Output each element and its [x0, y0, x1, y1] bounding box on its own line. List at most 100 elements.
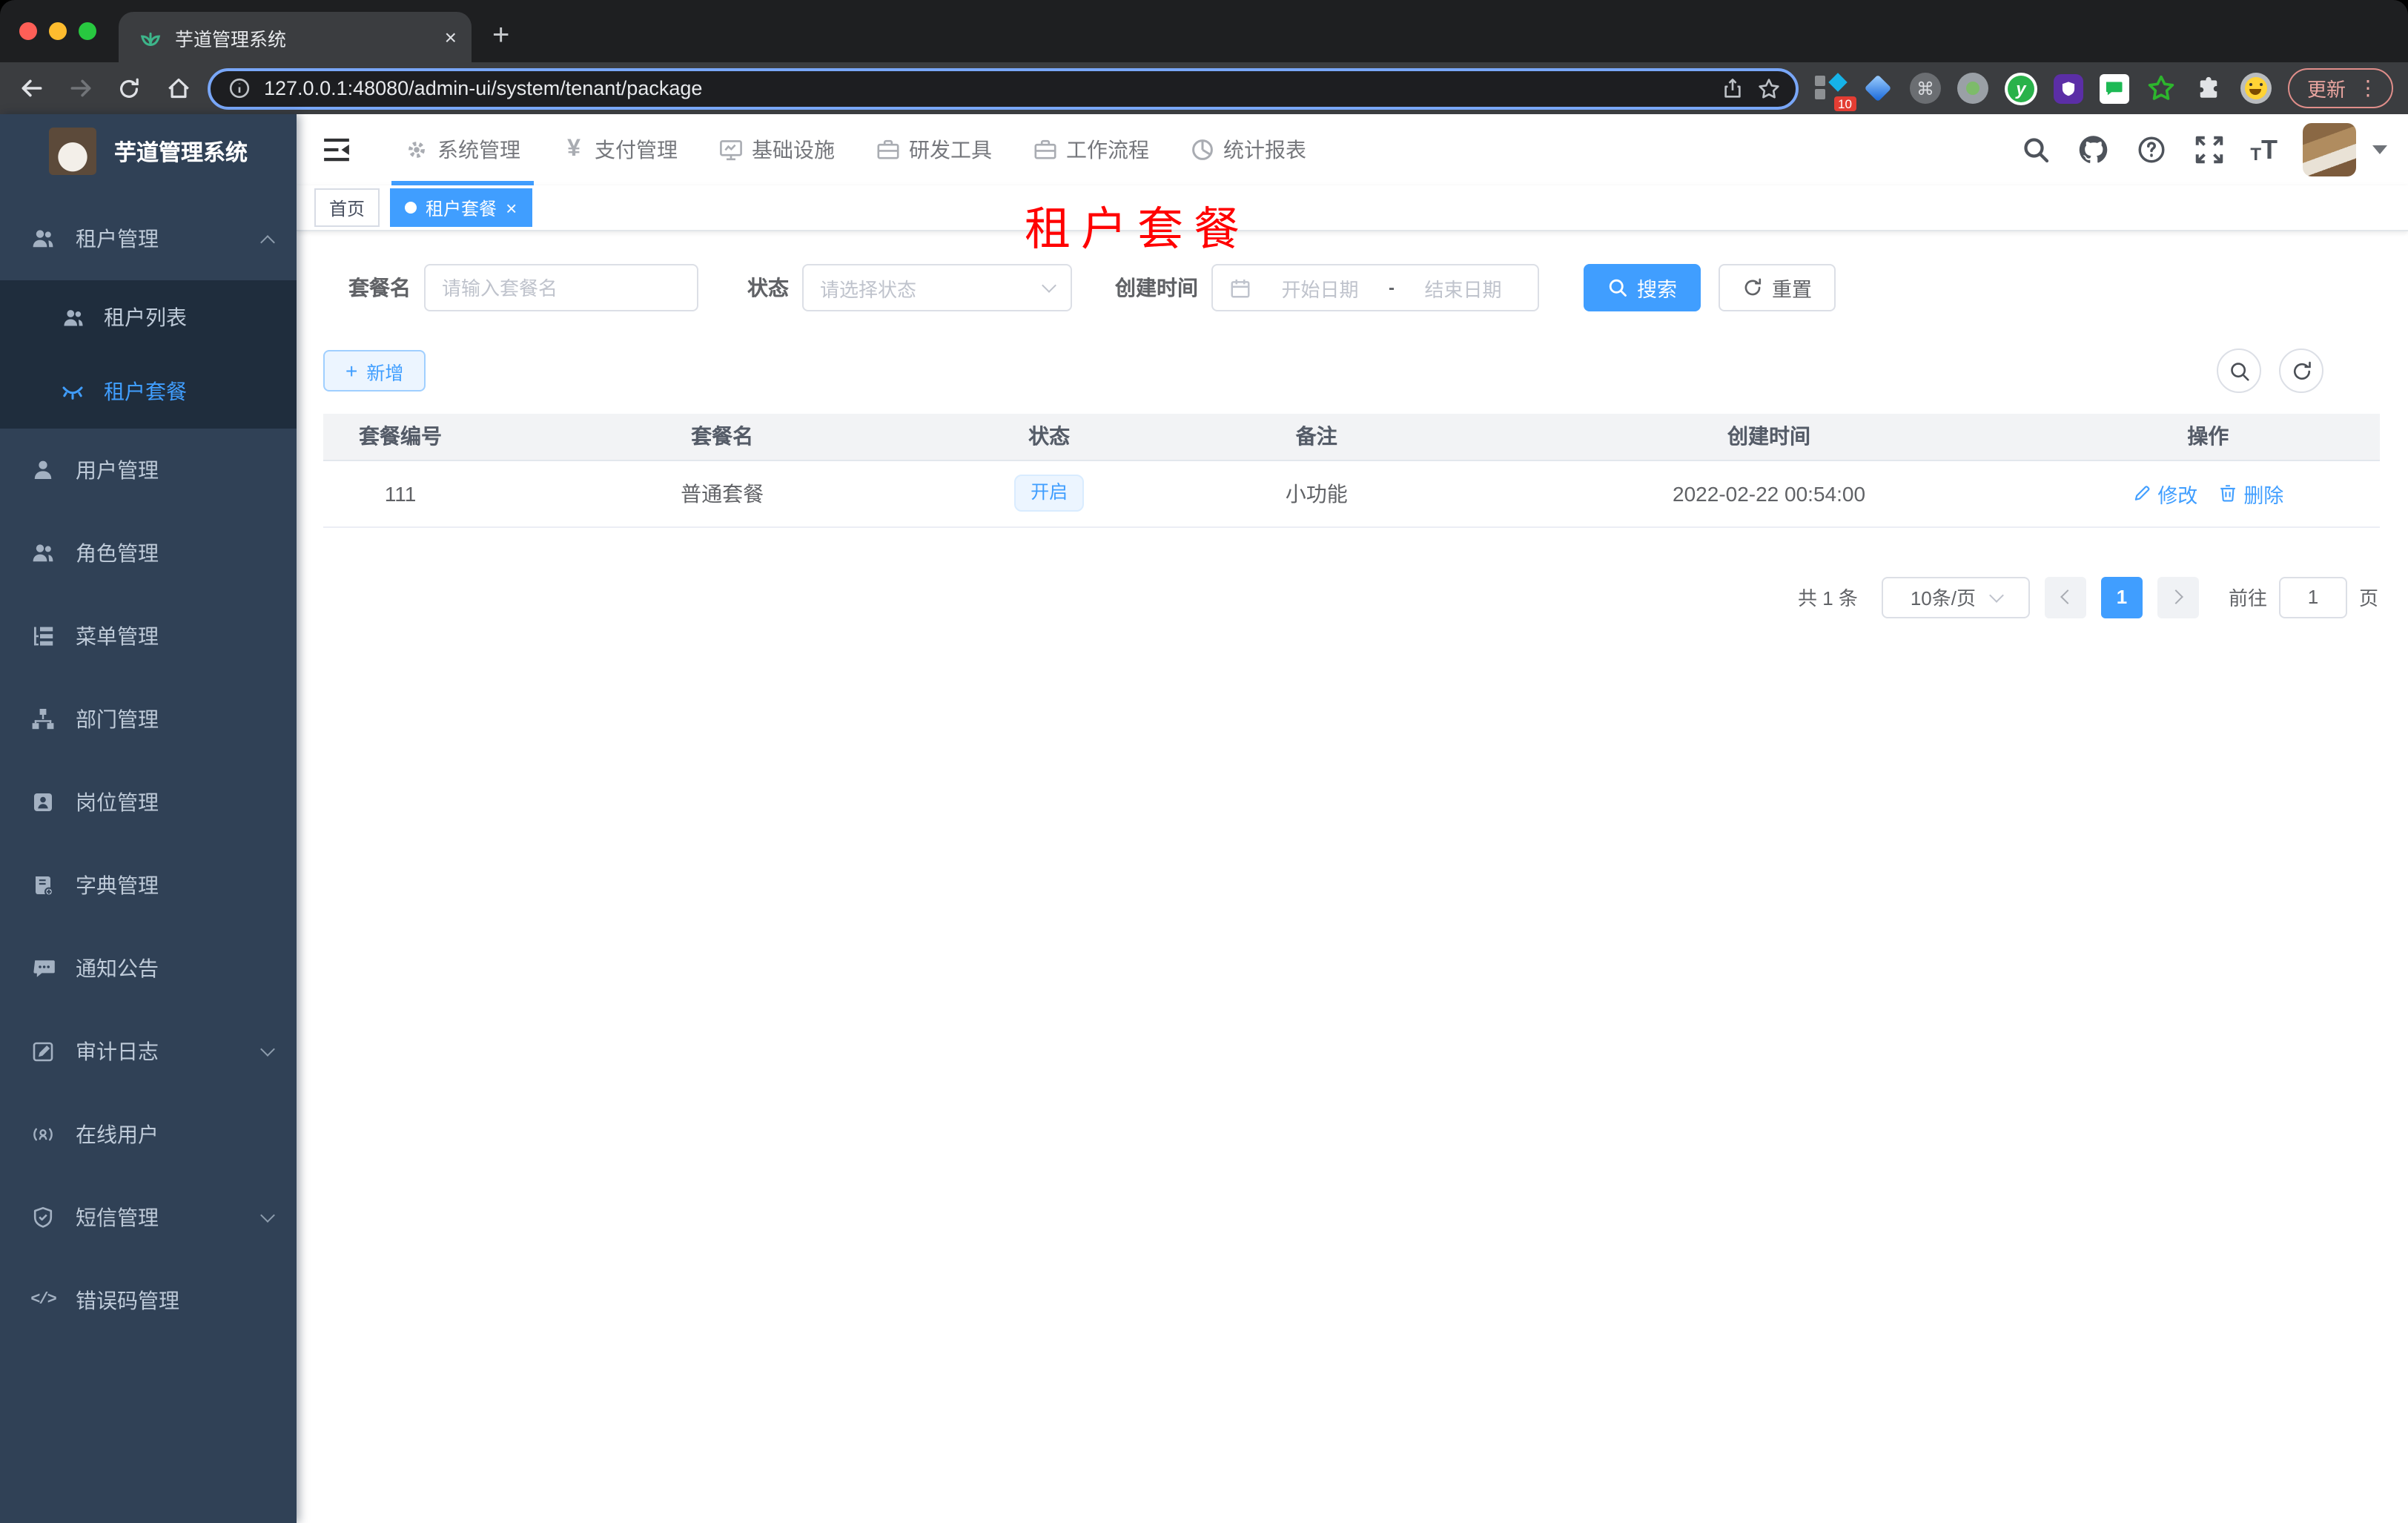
- page-number-button[interactable]: 1: [2100, 576, 2143, 618]
- sidebar-item-label: 用户管理: [76, 458, 159, 482]
- fullscreen-icon[interactable]: [2192, 133, 2225, 166]
- app-logo[interactable]: 芋道管理系统: [0, 114, 297, 188]
- tag-close-icon[interactable]: ×: [506, 198, 517, 217]
- extension-command-icon[interactable]: ⌘: [1909, 73, 1941, 104]
- yen-icon: ¥: [567, 136, 580, 162]
- sidebar-item-dict[interactable]: 字典管理: [0, 844, 297, 927]
- help-icon[interactable]: [2134, 133, 2167, 166]
- edit-link[interactable]: 修改: [2132, 478, 2197, 508]
- search-button[interactable]: 搜索: [1584, 264, 1701, 311]
- nav-item-payment[interactable]: ¥ 支付管理: [541, 114, 698, 185]
- peoples-icon: [61, 305, 85, 329]
- package-name-field[interactable]: [424, 264, 698, 311]
- cell-package-name: 普通套餐: [477, 460, 968, 527]
- table-row[interactable]: 111 普通套餐 开启 小功能 2022-02-22 00:54:00 修改 删…: [323, 460, 2380, 527]
- browser-menu-icon[interactable]: ⋮: [2358, 76, 2378, 101]
- tag-home[interactable]: 首页: [314, 188, 380, 227]
- back-icon[interactable]: [12, 69, 50, 108]
- sidebar-item-users[interactable]: 用户管理: [0, 429, 297, 512]
- browser-update-button[interactable]: 更新 ⋮: [2287, 68, 2393, 108]
- header-actions: TT: [2019, 123, 2387, 176]
- sidebar-item-tenant-list[interactable]: 租户列表: [0, 280, 297, 354]
- address-bar[interactable]: [208, 67, 1799, 109]
- reload-icon[interactable]: [110, 69, 148, 108]
- minimize-window-button[interactable]: [49, 22, 67, 40]
- start-date-placeholder[interactable]: 开始日期: [1262, 274, 1378, 302]
- forward-icon[interactable]: [61, 69, 99, 108]
- sidebar-item-tenant[interactable]: 租户管理: [0, 197, 297, 280]
- collapse-sidebar-icon[interactable]: [322, 135, 354, 165]
- nav-item-system[interactable]: 系统管理: [384, 114, 541, 185]
- sidebar-item-roles[interactable]: 角色管理: [0, 512, 297, 595]
- end-date-placeholder[interactable]: 结束日期: [1405, 274, 1521, 302]
- sidebar-item-label: 错误码管理: [76, 1289, 179, 1312]
- prev-page-button[interactable]: [2044, 576, 2086, 618]
- sidebar-item-online-users[interactable]: 在线用户: [0, 1093, 297, 1176]
- search-icon[interactable]: [2019, 133, 2051, 166]
- zoom-window-button[interactable]: [79, 22, 96, 40]
- sidebar-item-menus[interactable]: 菜单管理: [0, 595, 297, 678]
- goto-label: 前往: [2228, 587, 2267, 609]
- nav-item-reports[interactable]: 统计报表: [1170, 114, 1327, 185]
- extensions-puzzle-icon[interactable]: [2193, 73, 2224, 104]
- sidebar-item-tenant-package[interactable]: 租户套餐: [0, 354, 297, 429]
- github-icon[interactable]: [2077, 133, 2109, 166]
- extension-chat-icon[interactable]: [2099, 73, 2129, 103]
- sidebar-item-posts[interactable]: 岗位管理: [0, 761, 297, 844]
- extension-star-icon[interactable]: [2146, 73, 2177, 104]
- extension-gem-icon[interactable]: [1862, 73, 1893, 104]
- cell-actions: 修改 删除: [2036, 460, 2380, 527]
- page-size-select[interactable]: 10条/页: [1881, 576, 2030, 618]
- site-info-icon[interactable]: [228, 77, 251, 99]
- favicon-plant-icon: [139, 26, 162, 48]
- status-label: 状态: [747, 276, 789, 300]
- status-select[interactable]: 请选择状态: [802, 264, 1072, 311]
- home-icon[interactable]: [159, 69, 197, 108]
- table-toolbar: + 新增: [323, 348, 2380, 393]
- close-window-button[interactable]: [19, 22, 37, 40]
- font-size-icon[interactable]: TT: [2250, 136, 2278, 163]
- add-button[interactable]: + 新增: [323, 350, 426, 392]
- extension-recorder-icon[interactable]: [1956, 73, 1988, 104]
- sidebar-item-sms[interactable]: 短信管理: [0, 1176, 297, 1259]
- pagination: 共 1 条 10条/页 1 前往 页: [323, 576, 2380, 618]
- sidebar-item-error-codes[interactable]: </> 错误码管理: [0, 1259, 297, 1342]
- chevron-up-icon: [260, 234, 275, 249]
- peoples-icon: [31, 227, 55, 251]
- share-icon[interactable]: [1721, 77, 1744, 99]
- extension-y-icon[interactable]: y: [2004, 72, 2037, 105]
- tag-tenant-package[interactable]: 租户套餐 ×: [390, 188, 532, 227]
- tree-table-icon: [31, 624, 55, 648]
- user-avatar[interactable]: [2303, 123, 2356, 176]
- update-label: 更新: [2306, 79, 2346, 101]
- refresh-icon: [1742, 277, 1763, 298]
- nav-item-workflow[interactable]: 工作流程: [1013, 114, 1170, 185]
- sidebar-item-audit-log[interactable]: 审计日志: [0, 1010, 297, 1093]
- profile-avatar-icon[interactable]: [2240, 73, 2272, 104]
- url-input[interactable]: [264, 77, 1708, 99]
- chevron-right-icon: [2169, 589, 2183, 604]
- package-name-input[interactable]: [442, 277, 681, 299]
- bookmark-star-icon[interactable]: [1757, 76, 1781, 100]
- user-icon: [31, 458, 55, 482]
- browser-tab[interactable]: 芋道管理系统 ×: [119, 12, 472, 62]
- show-search-button[interactable]: [2217, 348, 2261, 393]
- nav-item-dev-tools[interactable]: 研发工具: [856, 114, 1013, 185]
- goto-page-input[interactable]: [2278, 576, 2347, 618]
- nav-item-infrastructure[interactable]: 基础设施: [698, 114, 856, 185]
- next-page-button[interactable]: [2157, 576, 2199, 618]
- sidebar-item-departments[interactable]: 部门管理: [0, 678, 297, 761]
- new-tab-button[interactable]: +: [492, 19, 509, 53]
- sidebar-item-notices[interactable]: 通知公告: [0, 927, 297, 1010]
- extension-tabs-icon[interactable]: 10: [1814, 73, 1856, 111]
- sidebar: 芋道管理系统 租户管理 租户列表 租户套餐 用户管理 角色管理 菜单管理 部门管…: [0, 114, 297, 1523]
- reset-button[interactable]: 重置: [1719, 264, 1836, 311]
- delete-link[interactable]: 删除: [2218, 478, 2283, 508]
- tab-close-icon[interactable]: ×: [445, 25, 457, 49]
- online-user-icon: [31, 1123, 55, 1146]
- date-range-picker[interactable]: 开始日期 - 结束日期: [1211, 264, 1539, 311]
- refresh-table-button[interactable]: [2279, 348, 2323, 393]
- sidebar-item-label: 岗位管理: [76, 790, 159, 814]
- extension-shield-icon[interactable]: [2053, 73, 2083, 103]
- avatar-dropdown-caret-icon[interactable]: [2372, 145, 2387, 154]
